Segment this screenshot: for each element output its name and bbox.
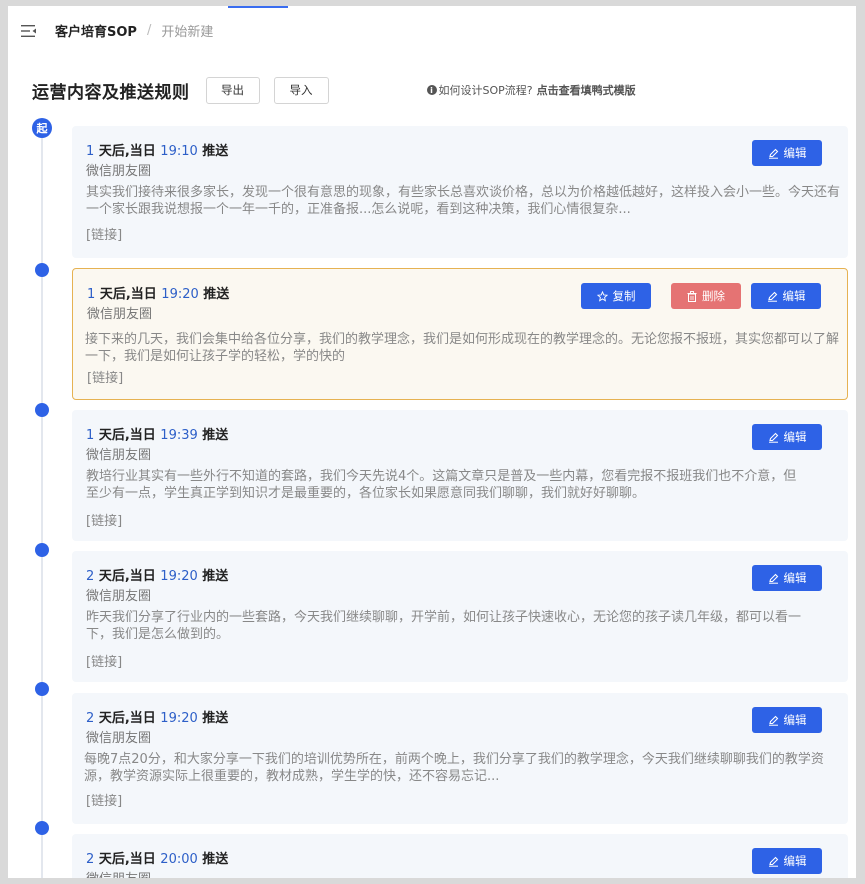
breadcrumb-item-sop[interactable]: 客户培育SOP [55, 21, 137, 40]
card-content: 每晚7点20分，和大家分享一下我们的培训优势所在，前两个晚上，我们分享了我们的教… [84, 752, 824, 784]
card-time: 19:10 [160, 144, 198, 159]
info-icon: i [426, 85, 437, 95]
card-channel: 微信朋友圈 [86, 868, 151, 878]
sop-item-card[interactable]: 2 天后,当日 20:00 推送 微信朋友圈 编辑 [72, 834, 848, 878]
card-day-suffix: 天后,当日 [98, 711, 156, 726]
edit-label: 编辑 [783, 713, 807, 727]
template-link[interactable]: 点击查看填鸭式模版 [537, 82, 636, 98]
timeline-dot [35, 682, 49, 696]
card-action: 推送 [202, 569, 229, 584]
edit-icon [768, 715, 779, 726]
timeline-line [41, 131, 43, 878]
card-channel: 微信朋友圈 [86, 589, 152, 604]
card-day-suffix: 天后,当日 [98, 569, 156, 584]
card-day-suffix: 天后,当日 [98, 428, 156, 443]
card-link[interactable]: [链接] [87, 367, 123, 386]
toolbar: 运营内容及推送规则 导出 导入 i 如何设计SOP流程? 点击查看填鸭式模版 [32, 76, 852, 104]
breadcrumb-item-current: 开始新建 [161, 24, 214, 40]
sop-item-card[interactable]: 2 天后,当日 19:20 推送 微信朋友圈 每晚7点20分，和大家分享一下我们… [72, 693, 848, 824]
timeline-dot [35, 821, 49, 835]
copy-button[interactable]: 复制 [581, 283, 651, 309]
card-channel: 微信朋友圈 [86, 731, 152, 746]
card-time: 19:20 [161, 287, 199, 302]
export-button[interactable]: 导出 [205, 76, 260, 104]
edit-button[interactable]: 编辑 [752, 140, 822, 166]
card-schedule: 2 天后,当日 20:00 推送 [86, 848, 228, 867]
card-day-suffix: 天后,当日 [99, 287, 157, 302]
card-day: 1 [86, 428, 95, 443]
timeline-start-node: 起 [32, 118, 52, 138]
copy-label: 复制 [612, 289, 636, 303]
timeline-dot [35, 543, 49, 557]
card-day: 2 [86, 711, 95, 726]
import-button[interactable]: 导入 [273, 76, 329, 104]
timeline-dot [35, 403, 49, 417]
edit-button[interactable]: 编辑 [751, 283, 821, 309]
sop-item-card[interactable]: 1 天后,当日 19:10 推送 微信朋友圈 其实我们接待来很多家长，发现一个很… [72, 126, 848, 258]
card-schedule: 1 天后,当日 19:10 推送 [86, 140, 228, 159]
app-frame: 客户培育SOP / 开始新建 运营内容及推送规则 导出 导入 i 如何设计SOP… [8, 6, 856, 878]
card-link[interactable]: [链接] [86, 790, 122, 809]
card-action: 推送 [203, 287, 230, 302]
edit-icon [768, 432, 779, 443]
card-schedule: 2 天后,当日 19:20 推送 [86, 707, 228, 726]
card-link[interactable]: [链接] [86, 224, 122, 243]
card-schedule: 1 天后,当日 19:39 推送 [86, 424, 228, 443]
edit-icon [768, 148, 779, 159]
edit-icon [768, 573, 779, 584]
star-icon [596, 290, 608, 302]
sop-item-card[interactable]: 2 天后,当日 19:20 推送 微信朋友圈 昨天我们分享了行业内的一些套路，今… [72, 551, 848, 682]
page-header: 客户培育SOP / 开始新建 [8, 6, 856, 54]
card-action: 推送 [202, 711, 229, 726]
edit-button[interactable]: 编辑 [752, 424, 822, 450]
edit-label: 编辑 [783, 146, 807, 160]
card-time: 20:00 [160, 852, 198, 867]
card-time: 19:39 [160, 428, 198, 443]
card-action: 推送 [202, 852, 229, 867]
card-channel: 微信朋友圈 [87, 307, 153, 322]
edit-label: 编辑 [782, 289, 806, 303]
card-content: 教培行业其实有一些外行不知道的套路，我们今天先说4个。这篇文章只是普及一些内幕，… [86, 469, 797, 501]
card-time: 19:20 [160, 711, 198, 726]
edit-label: 编辑 [783, 854, 807, 868]
timeline-dot [35, 263, 49, 277]
card-action: 推送 [202, 144, 229, 159]
edit-label: 编辑 [783, 430, 807, 444]
card-content: 昨天我们分享了行业内的一些套路，今天我们继续聊聊，开学前，如何让孩子快速收心，无… [86, 610, 802, 642]
trash-icon [687, 290, 697, 302]
delete-label: 删除 [702, 289, 725, 303]
card-action: 推送 [202, 428, 229, 443]
edit-label: 编辑 [783, 571, 807, 585]
page-title: 运营内容及推送规则 [32, 82, 190, 103]
card-schedule: 2 天后,当日 19:20 推送 [86, 565, 228, 584]
help-hint: i 如何设计SOP流程? 点击查看填鸭式模版 [426, 82, 636, 98]
card-day: 1 [87, 287, 96, 302]
card-content: 其实我们接待来很多家长，发现一个很有意思的现象，有些家长总喜欢谈价格，总以为价格… [86, 185, 841, 217]
edit-icon [767, 291, 778, 302]
card-time: 19:20 [160, 569, 198, 584]
card-link[interactable]: [链接] [86, 651, 122, 670]
edit-button[interactable]: 编辑 [752, 707, 822, 733]
card-day-suffix: 天后,当日 [98, 852, 156, 867]
delete-button[interactable]: 删除 [671, 283, 741, 309]
card-schedule: 1 天后,当日 19:20 推送 [87, 283, 229, 302]
card-day: 1 [86, 144, 95, 159]
sop-item-card-selected[interactable]: 1 天后,当日 19:20 推送 微信朋友圈 接下来的几天，我们会集中给各位分享… [72, 268, 848, 400]
edit-button[interactable]: 编辑 [752, 565, 822, 591]
edit-button[interactable]: 编辑 [752, 848, 822, 874]
card-link[interactable]: [链接] [86, 510, 122, 529]
card-day: 2 [86, 852, 95, 867]
sop-item-card[interactable]: 1 天后,当日 19:39 推送 微信朋友圈 教培行业其实有一些外行不知道的套路… [72, 410, 848, 541]
breadcrumb-separator: / [146, 22, 152, 38]
card-channel: 微信朋友圈 [86, 448, 152, 463]
breadcrumb: 客户培育SOP / 开始新建 [55, 21, 213, 40]
help-text: 如何设计SOP流程? [438, 84, 533, 97]
card-day: 2 [86, 569, 95, 584]
card-content: 接下来的几天，我们会集中给各位分享，我们的教学理念，我们是如何形成现在的教学理念… [85, 332, 840, 364]
card-day-suffix: 天后,当日 [98, 144, 156, 159]
card-channel: 微信朋友圈 [86, 164, 152, 179]
edit-icon [768, 856, 779, 867]
menu-fold-icon[interactable] [21, 23, 37, 37]
